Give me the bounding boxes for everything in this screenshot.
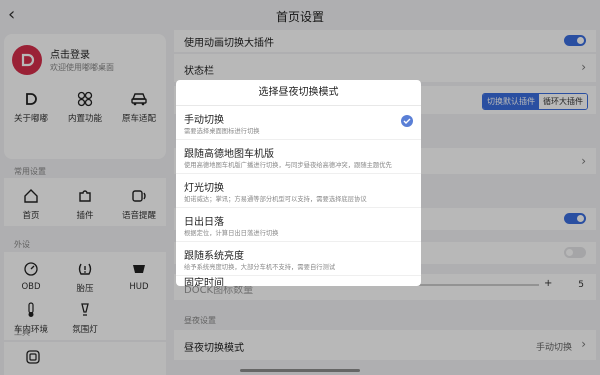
option-desc: 如诺威达；掌讯；方易通等部分机型可以支持，需要选择底层协议 (184, 196, 367, 203)
option-amap[interactable]: 跟随高德地图车机版 使用高德地图车机版广播进行切换，与同步昼夜给高德冲突，跟随主… (176, 140, 421, 174)
option-desc: 根据定位，计算日出日落进行切换 (184, 230, 279, 237)
option-title: 固定时间 (184, 278, 224, 286)
day-night-mode-dialog: 选择昼夜切换模式 手动切换 需要选择桌面图标进行切换 跟随高德地图车机版 使用高… (176, 80, 421, 286)
option-title: 跟随高德地图车机版 (184, 149, 274, 160)
checkmark-icon (401, 115, 413, 127)
dialog-title: 选择昼夜切换模式 (176, 80, 421, 106)
option-title: 日出日落 (184, 217, 224, 228)
option-light[interactable]: 灯光切换 如诺威达；掌讯；方易通等部分机型可以支持，需要选择底层协议 (176, 174, 421, 208)
option-desc: 使用高德地图车机版广播进行切换，与同步昼夜给高德冲突，跟随主题优先 (184, 162, 392, 169)
option-desc: 给予系统亮度切换，大部分车机不支持，需要自行测试 (184, 264, 336, 271)
option-fixed-time[interactable]: 固定时间 (176, 276, 421, 286)
option-sunrise-sunset[interactable]: 日出日落 根据定位，计算日出日落进行切换 (176, 208, 421, 242)
option-system-brightness[interactable]: 跟随系统亮度 给予系统亮度切换，大部分车机不支持，需要自行测试 (176, 242, 421, 276)
option-title: 手动切换 (184, 115, 224, 126)
option-manual[interactable]: 手动切换 需要选择桌面图标进行切换 (176, 106, 421, 140)
option-title: 跟随系统亮度 (184, 251, 244, 262)
option-title: 灯光切换 (184, 183, 224, 194)
home-indicator[interactable] (240, 369, 360, 372)
option-desc: 需要选择桌面图标进行切换 (184, 128, 260, 135)
